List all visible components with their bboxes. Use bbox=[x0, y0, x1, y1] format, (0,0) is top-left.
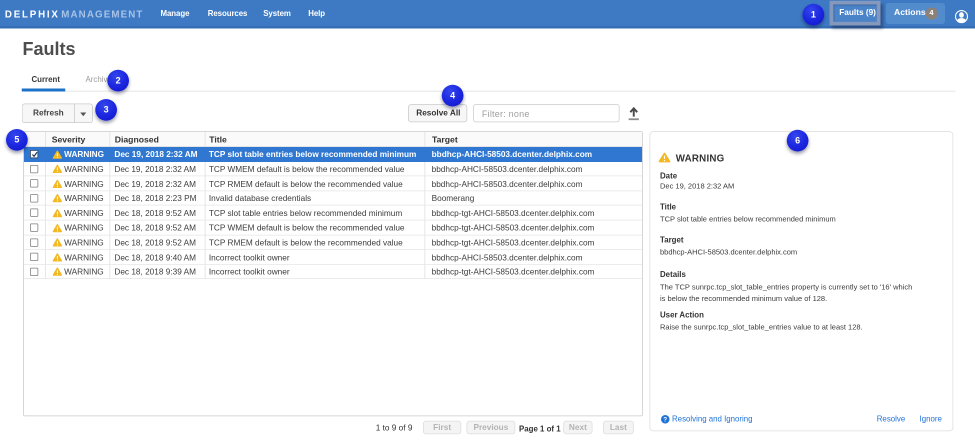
svg-text:?: ? bbox=[663, 416, 667, 423]
